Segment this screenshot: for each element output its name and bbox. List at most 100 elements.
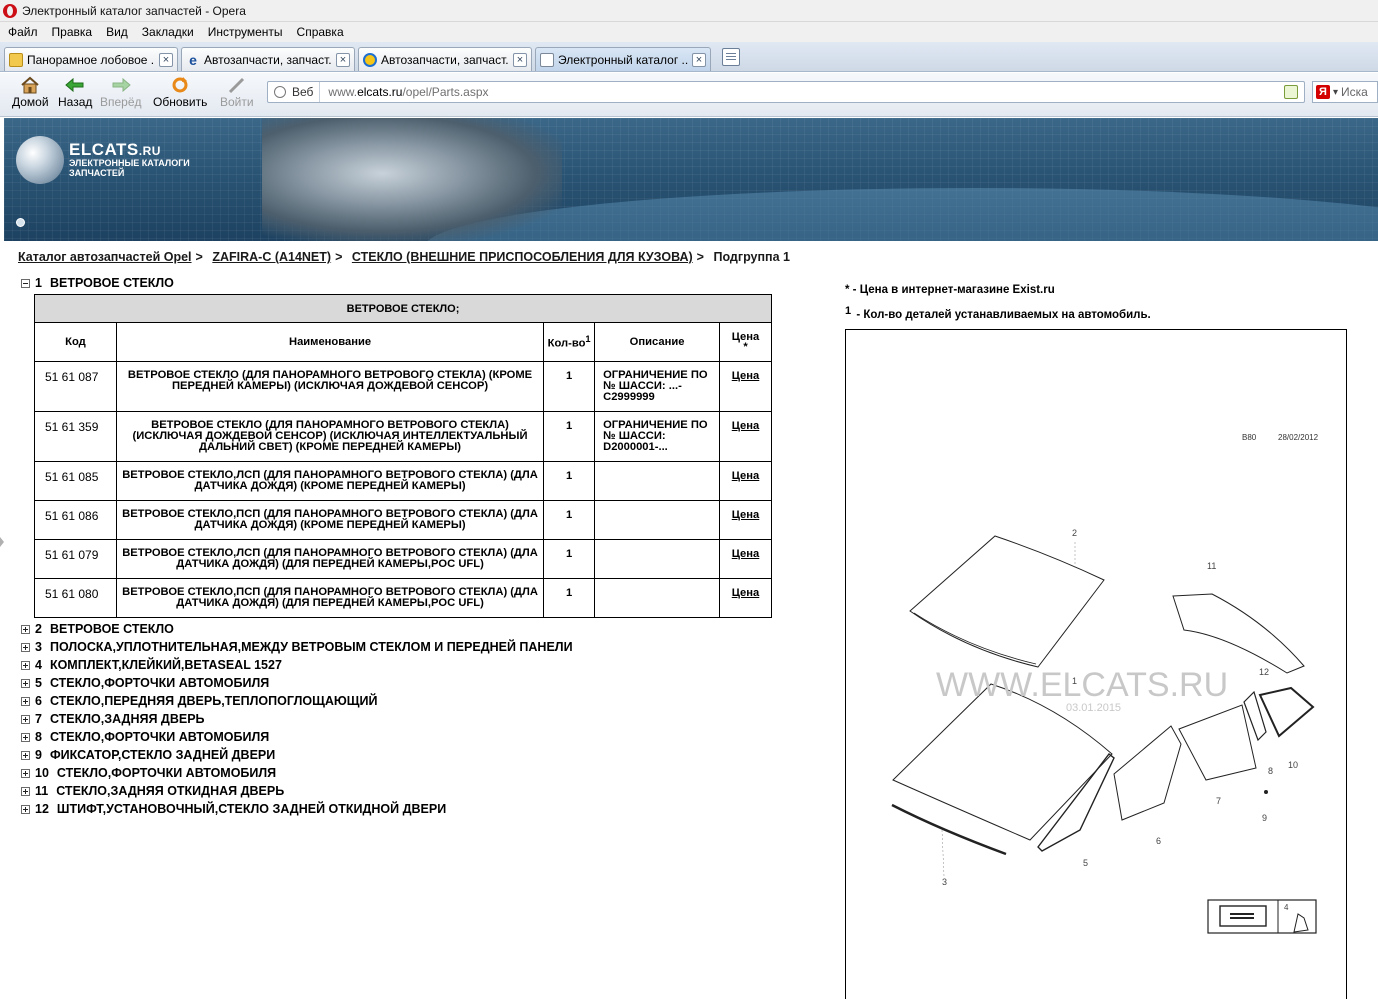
page-feed-icon[interactable] xyxy=(1284,85,1298,99)
group-3[interactable]: 3 ПОЛОСКА,УПЛОТНИТЕЛЬНАЯ,МЕЖДУ ВЕТРОВЫМ С… xyxy=(21,640,573,654)
part-3-shape[interactable] xyxy=(891,803,1007,856)
callout-3[interactable]: 3 xyxy=(942,877,947,887)
part-2-edge xyxy=(913,612,1037,665)
group-number: 1 xyxy=(35,276,42,290)
callout-12[interactable]: 12 xyxy=(1259,667,1269,677)
price-link[interactable]: Цена xyxy=(732,548,760,560)
part-desc xyxy=(594,461,721,501)
web-badge[interactable]: Веб xyxy=(268,82,321,102)
group-number: 8 xyxy=(35,730,42,744)
price-link[interactable]: Цена xyxy=(732,587,760,599)
group-5[interactable]: 5 СТЕКЛО,ФОРТОЧКИ АВТОМОБИЛЯ xyxy=(21,676,269,690)
close-tab-icon[interactable]: × xyxy=(692,52,706,67)
site-logo[interactable]: ELCATS.RU xyxy=(69,140,161,160)
back-button[interactable]: Назад xyxy=(58,75,92,109)
side-panel-handle-icon[interactable] xyxy=(0,537,4,547)
expand-icon[interactable] xyxy=(21,678,30,688)
forward-button[interactable]: Вперёд xyxy=(100,75,142,109)
expand-icon[interactable] xyxy=(21,642,30,652)
wand-icon xyxy=(226,75,248,95)
group-11[interactable]: 11 СТЕКЛО,ЗАДНЯЯ ОТКИДНАЯ ДВЕРЬ xyxy=(21,784,284,798)
close-tab-icon[interactable]: × xyxy=(159,52,173,67)
legend-qty-text: - Кол-во деталей устанавливаемых на авто… xyxy=(853,309,1151,321)
menu-bar: Файл Правка Вид Закладки Инструменты Спр… xyxy=(0,22,1378,42)
reload-button[interactable]: Обновить xyxy=(153,75,207,109)
breadcrumb-model-link[interactable]: ZAFIRA-C (A14NET) xyxy=(212,250,331,264)
home-button[interactable]: Домой xyxy=(12,75,49,109)
close-tab-icon[interactable]: × xyxy=(513,52,527,67)
price-link[interactable]: Цена xyxy=(732,470,760,482)
price-link[interactable]: Цена xyxy=(732,370,760,382)
tab-2[interactable]: e Автозапчасти, запчаст... × xyxy=(181,47,355,71)
part-11-shape[interactable] xyxy=(1172,593,1305,674)
menu-edit[interactable]: Правка xyxy=(52,25,93,39)
group-number: 7 xyxy=(35,712,42,726)
login-button[interactable]: Войти xyxy=(220,75,254,109)
menu-help[interactable]: Справка xyxy=(297,25,344,39)
group-label: ВЕТРОВОЕ СТЕКЛО xyxy=(49,276,174,290)
breadcrumb-catalog-link[interactable]: Каталог автозапчастей Opel xyxy=(18,250,192,264)
group-7[interactable]: 7 СТЕКЛО,ЗАДНЯЯ ДВЕРЬ xyxy=(21,712,205,726)
expand-icon[interactable] xyxy=(21,786,30,796)
callout-10[interactable]: 10 xyxy=(1288,760,1298,770)
expand-icon[interactable] xyxy=(21,768,30,778)
callout-7[interactable]: 7 xyxy=(1216,796,1221,806)
group-2[interactable]: 2 ВЕТРОВОЕ СТЕКЛО xyxy=(21,622,174,636)
group-9[interactable]: 9 ФИКСАТОР,СТЕКЛО ЗАДНЕЙ ДВЕРИ xyxy=(21,748,275,762)
close-tab-icon[interactable]: × xyxy=(336,52,350,67)
part-6-shape[interactable] xyxy=(1113,725,1182,821)
part-desc xyxy=(594,578,721,618)
watermark: WWW.ELCATS.RU xyxy=(936,666,1228,704)
callout-4[interactable]: 4 xyxy=(1284,903,1289,912)
expand-icon[interactable] xyxy=(21,714,30,724)
menu-tools[interactable]: Инструменты xyxy=(208,25,283,39)
price-link[interactable]: Цена xyxy=(732,509,760,521)
menu-view[interactable]: Вид xyxy=(106,25,128,39)
collapse-icon[interactable] xyxy=(21,278,30,288)
tab-4-active[interactable]: Электронный каталог ... × xyxy=(535,47,711,71)
menu-file[interactable]: Файл xyxy=(8,25,38,39)
parts-diagram[interactable]: B80 28/02/2012 2 1 3 5 6 7 8 10 9 11 12 … xyxy=(845,329,1347,999)
part-5-shape[interactable] xyxy=(1037,753,1115,852)
address-bar[interactable]: Веб www.elcats.ru/opel/Parts.aspx xyxy=(267,81,1305,103)
price-cell: Цена xyxy=(719,539,772,579)
price-link[interactable]: Цена xyxy=(732,420,760,432)
search-field[interactable]: Я ▾ Иска xyxy=(1312,81,1378,103)
expand-icon[interactable] xyxy=(21,696,30,706)
expand-icon[interactable] xyxy=(21,660,30,670)
group-number: 11 xyxy=(35,784,49,798)
new-tab-icon[interactable] xyxy=(722,48,740,66)
group-10[interactable]: 10 СТЕКЛО,ФОРТОЧКИ АВТОМОБИЛЯ xyxy=(21,766,276,780)
banner-nav-dot-icon[interactable] xyxy=(16,218,25,227)
part-9-shape[interactable] xyxy=(1264,790,1268,794)
group-6[interactable]: 6 СТЕКЛО,ПЕРЕДНЯЯ ДВЕРЬ,ТЕПЛОПОГЛОЩАЮЩИЙ xyxy=(21,694,377,708)
tab-3[interactable]: Автозапчасти, запчаст... × xyxy=(358,47,532,71)
parts-table: ВЕТРОВОЕ СТЕКЛО; Код Наименование Кол-во… xyxy=(34,294,772,618)
callout-9[interactable]: 9 xyxy=(1262,813,1267,823)
expand-icon[interactable] xyxy=(21,804,30,814)
callout-6[interactable]: 6 xyxy=(1156,836,1161,846)
tab-1[interactable]: Панорамное лобовое ... × xyxy=(4,47,178,71)
group-4[interactable]: 4 КОМПЛЕКТ,КЛЕЙКИЙ,BETASEAL 1527 xyxy=(21,658,282,672)
menu-bookmarks[interactable]: Закладки xyxy=(142,25,194,39)
group-label: СТЕКЛО,ФОРТОЧКИ АВТОМОБИЛЯ xyxy=(49,676,270,690)
expand-icon[interactable] xyxy=(21,750,30,760)
callout-11[interactable]: 11 xyxy=(1207,561,1216,571)
part-10-shape[interactable] xyxy=(1258,686,1315,738)
price-cell: Цена xyxy=(719,361,772,412)
callout-8[interactable]: 8 xyxy=(1268,766,1273,776)
chevron-down-icon[interactable]: ▾ xyxy=(1333,87,1338,98)
address-url[interactable]: www.elcats.ru/opel/Parts.aspx xyxy=(320,85,488,99)
callout-5[interactable]: 5 xyxy=(1083,858,1088,868)
part-4-box[interactable] xyxy=(1207,899,1317,934)
breadcrumb-group-link[interactable]: СТЕКЛО (ВНЕШНИЕ ПРИСПОСОБЛЕНИЯ ДЛЯ КУЗОВ… xyxy=(352,250,693,264)
part-7-shape[interactable] xyxy=(1178,704,1257,781)
group-8[interactable]: 8 СТЕКЛО,ФОРТОЧКИ АВТОМОБИЛЯ xyxy=(21,730,269,744)
expand-icon[interactable] xyxy=(21,732,30,742)
group-1-expanded[interactable]: 1 ВЕТРОВОЕ СТЕКЛО xyxy=(21,276,174,290)
expand-icon[interactable] xyxy=(21,624,30,634)
callout-2[interactable]: 2 xyxy=(1072,528,1077,538)
group-12[interactable]: 12 ШТИФТ,УСТАНОВОЧНЫЙ,СТЕКЛО ЗАДНЕЙ ОТКИД… xyxy=(21,802,446,816)
breadcrumb-current: Подгруппа 1 xyxy=(713,250,790,264)
group-number: 10 xyxy=(35,766,49,780)
